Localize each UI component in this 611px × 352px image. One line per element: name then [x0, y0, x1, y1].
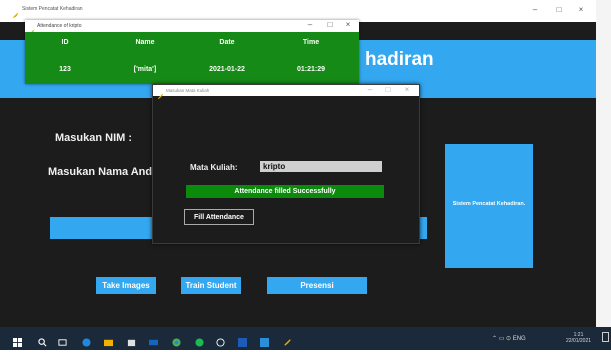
- chrome-icon[interactable]: [172, 334, 181, 347]
- column-header-name: Name: [135, 39, 155, 46]
- mata-kuliah-window-title: Masukan Mata Kuliah: [166, 88, 210, 93]
- main-title-bar[interactable]: Sistem Pencatat Kehadiran – □ ×: [0, 0, 596, 22]
- task-view-icon[interactable]: [58, 334, 67, 346]
- mata-kuliah-label: Mata Kuliah:: [190, 163, 238, 172]
- side-panel-text: Sistem Pencatat Kehadiran.: [452, 201, 526, 207]
- system-tray[interactable]: ⌃ ▭ ⊙ ENG: [492, 335, 526, 342]
- attendance-maximize-button[interactable]: □: [323, 20, 337, 29]
- clock-date: 22/01/2021: [566, 338, 592, 344]
- maximize-button[interactable]: □: [552, 5, 566, 14]
- main-window-title: Sistem Pencatat Kehadiran: [22, 6, 83, 12]
- mata-kuliah-app-icon: [157, 87, 164, 105]
- cell-time: 01:21:29: [296, 66, 326, 73]
- nim-label: Masukan NIM :: [55, 132, 133, 144]
- taskbar: ⌃ ▭ ⊙ ENG 1:21 22/01/2021: [0, 327, 611, 350]
- app-feather-icon: [12, 6, 19, 19]
- attendance-window: Attendance of kripto – □ × ID Name Date …: [25, 20, 359, 84]
- train-student-button[interactable]: Train Student: [181, 277, 241, 294]
- word-icon[interactable]: [238, 334, 247, 347]
- spotify-icon[interactable]: [195, 334, 204, 347]
- column-header-id: ID: [61, 39, 69, 46]
- start-windows-icon[interactable]: [13, 334, 22, 347]
- cell-name: ['mita']: [133, 66, 157, 73]
- presensi-button[interactable]: Presensi: [267, 277, 367, 294]
- attendance-window-title: Attendance of kripto: [37, 23, 82, 29]
- mata-kuliah-title-bar[interactable]: Masukan Mata Kuliah – □ ×: [153, 85, 419, 100]
- column-header-time: Time: [302, 39, 320, 46]
- fill-attendance-button[interactable]: Fill Attendance: [184, 209, 254, 225]
- attendance-table: ID Name Date Time 123 ['mita'] 2021-01-2…: [25, 32, 359, 84]
- nama-label: Masukan Nama Anda: [48, 166, 159, 178]
- column-header-date: Date: [219, 39, 235, 46]
- attendance-minimize-button[interactable]: –: [303, 20, 317, 29]
- mata-kuliah-maximize-button[interactable]: □: [381, 85, 395, 94]
- file-explorer-icon[interactable]: [104, 334, 113, 347]
- mata-kuliah-close-button[interactable]: ×: [400, 85, 414, 94]
- circle-app-icon[interactable]: [216, 334, 225, 347]
- close-button[interactable]: ×: [574, 5, 588, 14]
- minimize-button[interactable]: –: [528, 5, 542, 14]
- edge-browser-icon[interactable]: [82, 334, 91, 347]
- vscode-icon[interactable]: [260, 334, 269, 347]
- clock[interactable]: 1:21 22/01/2021: [566, 332, 591, 344]
- header-title: hadiran: [365, 49, 434, 70]
- attendance-status-message: Attendance filled Successfully: [186, 185, 384, 198]
- side-info-panel: Sistem Pencatat Kehadiran.: [445, 144, 533, 268]
- notification-icon[interactable]: [602, 332, 609, 342]
- python-icon[interactable]: [283, 334, 292, 347]
- mata-kuliah-minimize-button[interactable]: –: [363, 85, 377, 94]
- search-icon[interactable]: [38, 334, 47, 347]
- cell-date: 2021-01-22: [209, 66, 245, 73]
- cell-id: 123: [59, 66, 71, 73]
- main-action-bar-left[interactable]: [50, 217, 154, 239]
- attendance-close-button[interactable]: ×: [341, 20, 355, 29]
- store-icon[interactable]: [127, 334, 136, 347]
- take-images-button[interactable]: Take Images: [96, 277, 156, 294]
- attendance-title-bar[interactable]: Attendance of kripto – □ ×: [25, 20, 359, 36]
- mata-kuliah-input[interactable]: [260, 161, 382, 172]
- mail-icon[interactable]: [149, 334, 158, 346]
- mata-kuliah-dialog: Masukan Mata Kuliah – □ × Mata Kuliah: A…: [152, 84, 420, 244]
- background-desktop-strip: [596, 0, 611, 327]
